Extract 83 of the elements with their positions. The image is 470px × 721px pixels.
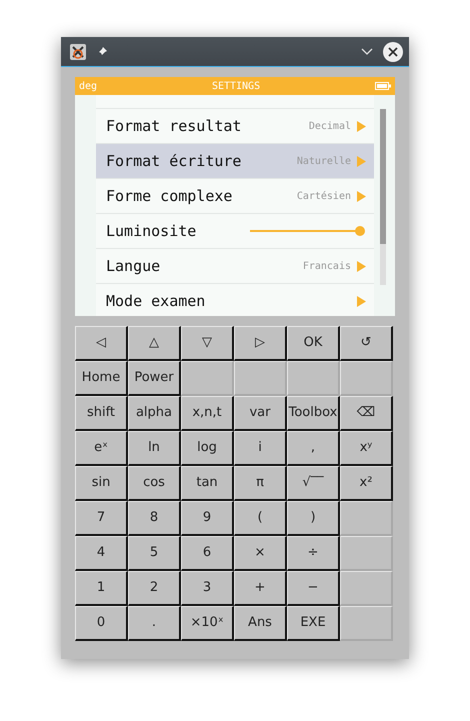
calculator-key[interactable]: log: [181, 431, 234, 466]
calculator-key[interactable]: −: [287, 571, 340, 606]
blank-key[interactable]: [340, 361, 393, 396]
calculator-key[interactable]: tan: [181, 466, 234, 501]
calculator-key[interactable]: cos: [128, 466, 181, 501]
clipped-settings-row[interactable]: [96, 95, 374, 109]
calculator-key[interactable]: ◁: [75, 326, 128, 361]
calculator-key[interactable]: 6: [181, 536, 234, 571]
calculator-key[interactable]: x²: [340, 466, 393, 501]
blank-key[interactable]: [234, 361, 287, 396]
calculator-key[interactable]: Ans: [234, 606, 287, 641]
calculator-key[interactable]: (: [234, 501, 287, 536]
chevron-down-icon[interactable]: [361, 48, 373, 56]
setting-value: Decimal: [308, 120, 351, 134]
calculator-key[interactable]: 5: [128, 536, 181, 571]
blank-key[interactable]: [287, 361, 340, 396]
setting-label: Format resultat: [106, 116, 242, 137]
calculator-key[interactable]: ,: [287, 431, 340, 466]
app-icon: [70, 44, 86, 60]
setting-value: Cartésien: [296, 190, 351, 204]
arrow-right-icon: [357, 156, 366, 166]
screen-title: SETTINGS: [212, 80, 260, 94]
calculator-key[interactable]: OK: [287, 326, 340, 361]
calculator-key[interactable]: ): [287, 501, 340, 536]
calculator-key[interactable]: x,n,t: [181, 396, 234, 431]
calculator-key[interactable]: 4: [75, 536, 128, 571]
settings-row[interactable]: Langue Francais: [96, 249, 374, 284]
arrow-right-icon: [357, 190, 366, 202]
calculator-key[interactable]: ÷: [287, 536, 340, 571]
battery-icon: [374, 82, 391, 90]
calculator-key[interactable]: xʸ: [340, 431, 393, 466]
calculator-key[interactable]: Toolbox: [287, 396, 340, 431]
setting-label: Format écriture: [106, 150, 242, 172]
setting-label: Luminosite: [106, 220, 196, 242]
calculator-key[interactable]: eˣ: [75, 431, 128, 466]
arrow-right-icon: [357, 296, 366, 306]
calculator-key[interactable]: ⌫: [340, 396, 393, 431]
calculator-key[interactable]: △: [128, 326, 181, 361]
setting-value: Francais: [302, 260, 351, 274]
calculator-key[interactable]: shift: [75, 396, 128, 431]
calculator-key[interactable]: ×: [234, 536, 287, 571]
calculator-key[interactable]: ▽: [181, 326, 234, 361]
calculator-key[interactable]: 7: [75, 501, 128, 536]
calculator-key[interactable]: i: [234, 431, 287, 466]
calculator-key[interactable]: 1: [75, 571, 128, 606]
settings-row[interactable]: Mode examen: [96, 284, 374, 316]
calculator-key[interactable]: ln: [128, 431, 181, 466]
arrow-right-icon: [357, 260, 366, 272]
settings-row[interactable]: Forme complexe Cartésien: [96, 179, 374, 214]
setting-label: Forme complexe: [106, 186, 232, 207]
calculator-key[interactable]: π: [234, 466, 287, 501]
calculator-key[interactable]: Home: [75, 361, 128, 396]
calculator-key[interactable]: 8: [128, 501, 181, 536]
blank-key[interactable]: [181, 361, 234, 396]
calculator-key[interactable]: var: [234, 396, 287, 431]
setting-value: Naturelle: [296, 154, 351, 168]
arrow-right-icon: [357, 120, 366, 132]
calculator-key[interactable]: 3: [181, 571, 234, 606]
blank-key[interactable]: [340, 536, 393, 571]
scrollbar[interactable]: [380, 109, 386, 285]
calculator-key[interactable]: sin: [75, 466, 128, 501]
calculator-key[interactable]: 0: [75, 606, 128, 641]
setting-label: Langue: [106, 256, 160, 277]
calculator-key[interactable]: ×10ˣ: [181, 606, 234, 641]
calculator-key[interactable]: Power: [128, 361, 181, 396]
calculator-key[interactable]: +: [234, 571, 287, 606]
blank-key[interactable]: [340, 501, 393, 536]
settings-row[interactable]: Format écriture Naturelle: [96, 144, 374, 179]
settings-row[interactable]: Luminosite: [96, 214, 374, 249]
calculator-key[interactable]: ▷: [234, 326, 287, 361]
blank-key[interactable]: [340, 606, 393, 641]
calculator-key[interactable]: .: [128, 606, 181, 641]
calculator-key[interactable]: EXE: [287, 606, 340, 641]
calculator-key[interactable]: alpha: [128, 396, 181, 431]
calculator-key[interactable]: 2: [128, 571, 181, 606]
calculator-key[interactable]: 9: [181, 501, 234, 536]
blank-key[interactable]: [340, 571, 393, 606]
setting-label: Mode examen: [106, 290, 206, 312]
calculator-key[interactable]: ↺: [340, 326, 393, 361]
calculator-key[interactable]: √‾‾: [287, 466, 340, 501]
close-icon[interactable]: [383, 42, 403, 62]
settings-row[interactable]: Format resultat Decimal: [96, 109, 374, 144]
angle-mode-label: deg: [79, 80, 98, 94]
